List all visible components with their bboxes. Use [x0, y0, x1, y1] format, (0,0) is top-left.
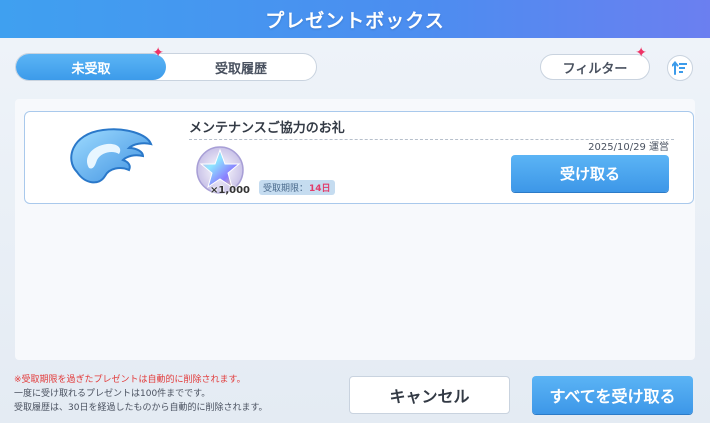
expiry-badge: 受取期限： 14日 [259, 180, 335, 195]
sort-button[interactable] [667, 55, 693, 81]
tab-history-label: 受取履歴 [214, 61, 267, 77]
tab-bar: 未受取 ✦ 受取履歴 [15, 46, 317, 81]
present-date: 2025/10/29 運営 [588, 138, 669, 153]
expiry-days: 14日 [309, 184, 331, 194]
present-title: メンテナンスご協力のお礼 [189, 117, 674, 140]
tab-unreceived-label: 未受取 [71, 61, 111, 77]
filter-button[interactable]: フィルター ✦ [540, 46, 650, 80]
notification-sparkle-icon: ✦ [152, 45, 164, 61]
expiry-label: 受取期限： [263, 184, 309, 194]
notes: ※受取期限を過ぎたプレゼントは自動的に削除されます。 一度に受け取れるプレゼント… [14, 373, 268, 415]
note-limit: 一度に受け取れるプレゼントは100件までです。 [14, 389, 211, 399]
filter-sparkle-icon: ✦ [635, 45, 647, 61]
tab-unreceived[interactable]: 未受取 ✦ [16, 46, 166, 80]
wing-icon [63, 124, 155, 192]
tab-history[interactable]: 受取履歴 [166, 54, 316, 80]
present-date-value: 2025/10/29 [588, 142, 646, 153]
receive-all-button[interactable]: すべてを受け取る [532, 376, 693, 414]
cancel-button[interactable]: キャンセル [349, 376, 510, 414]
sort-icon [672, 61, 687, 75]
cancel-button-label: キャンセル [389, 387, 470, 406]
title-bar: プレゼントボックス [0, 0, 710, 38]
reward-quantity: ×1,000 [210, 185, 251, 196]
receive-button-label: 受け取る [559, 165, 620, 183]
receive-button[interactable]: 受け取る [511, 155, 669, 192]
note-expiry: ※受取期限を過ぎたプレゼントは自動的に削除されます。 [14, 375, 246, 385]
receive-all-button-label: すべてを受け取る [549, 387, 676, 406]
note-history: 受取履歴は、30日を経過したものから自動的に削除されます。 [14, 403, 268, 413]
filter-button-label: フィルター [562, 61, 628, 77]
present-sender: 運営 [649, 142, 669, 153]
page-title: プレゼントボックス [265, 9, 445, 32]
present-card: メンテナンスご協力のお礼 2025/10/29 運営 ×1,000 受取期限： … [24, 111, 694, 204]
